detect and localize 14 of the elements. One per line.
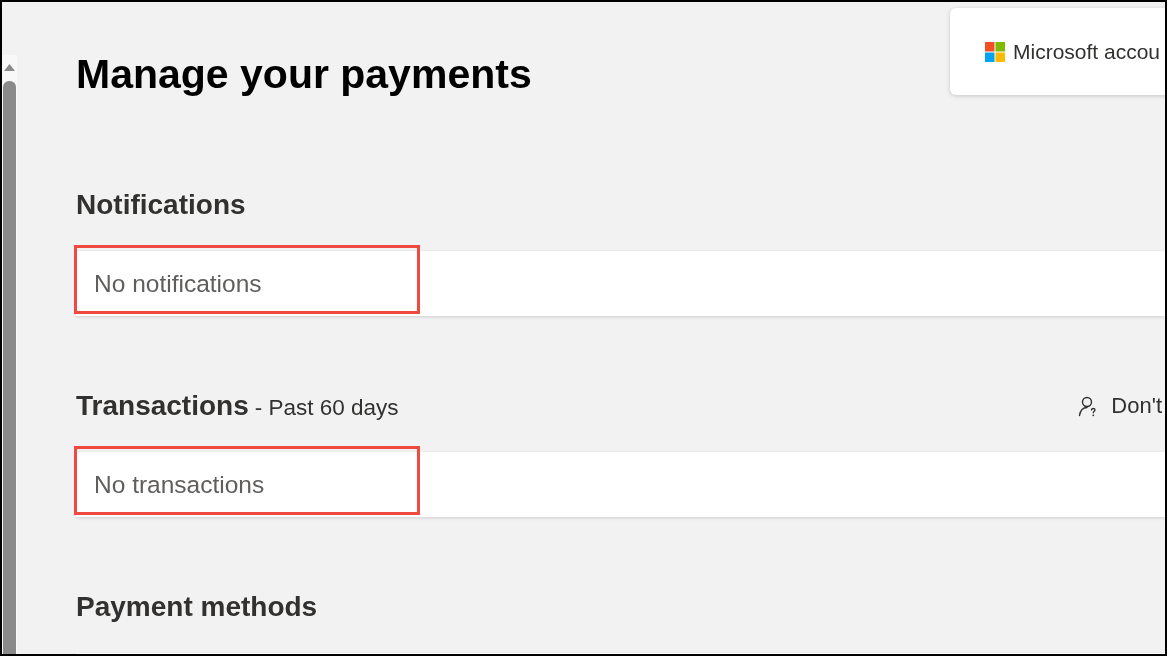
account-card[interactable]: Microsoft accou — [950, 8, 1165, 95]
account-label: Microsoft accou — [1013, 39, 1161, 64]
help-link[interactable]: Don't — [1078, 393, 1162, 419]
scroll-up-arrow-icon[interactable] — [4, 64, 15, 71]
page-title: Manage your payments — [76, 50, 532, 99]
scrollbar[interactable] — [2, 55, 17, 654]
scrollbar-thumb[interactable] — [3, 81, 16, 654]
section-subtitle: - Past 60 days — [254, 395, 399, 421]
section-heading: Notifications — [76, 190, 246, 220]
section-heading: Payment methods — [76, 592, 318, 622]
section-heading: Transactions — [76, 391, 249, 421]
empty-state-text: No transactions — [94, 470, 265, 499]
empty-state-text: No notifications — [94, 269, 262, 298]
logo-icon — [985, 41, 1005, 62]
